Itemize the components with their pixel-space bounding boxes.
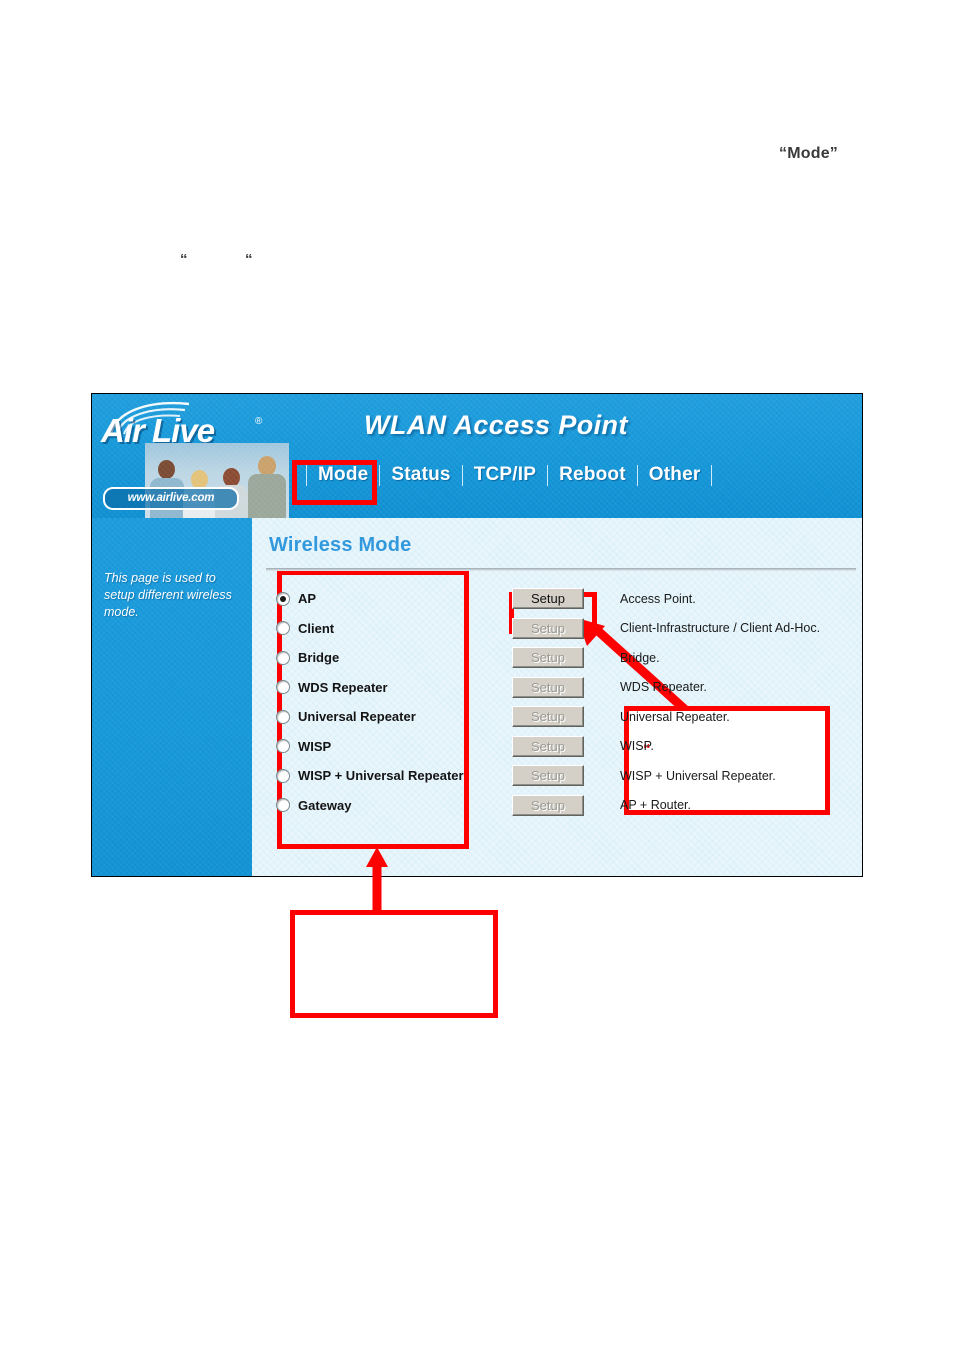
- description-bridge: Bridge.: [620, 650, 660, 665]
- desc-slot: WISP.: [620, 732, 820, 762]
- radio-wisp-universal-repeater[interactable]: [276, 768, 290, 783]
- mode-row-ap[interactable]: AP: [276, 584, 464, 614]
- setup-button-gateway[interactable]: Setup: [512, 794, 584, 816]
- setup-button-ap[interactable]: Setup: [512, 588, 584, 610]
- radio-bridge[interactable]: [276, 650, 290, 665]
- setup-button-bridge[interactable]: Setup: [512, 647, 584, 669]
- brand-block: Air Live ® www.airlive.com: [93, 394, 289, 518]
- desc-slot: Universal Repeater.: [620, 702, 820, 732]
- setup-button-column: Setup Setup Setup Setup Setup Setup Setu…: [512, 584, 584, 820]
- setup-button-wds-repeater[interactable]: Setup: [512, 676, 584, 698]
- side-help-panel: This page is used to setup different wir…: [92, 518, 252, 876]
- desc-slot: AP + Router.: [620, 791, 820, 821]
- description-wds-repeater: WDS Repeater.: [620, 680, 707, 695]
- mode-label-ap: AP: [298, 591, 317, 607]
- radio-wisp[interactable]: [276, 739, 290, 754]
- desc-slot: WDS Repeater.: [620, 673, 820, 703]
- radio-client[interactable]: [276, 621, 290, 636]
- radio-wds-repeater[interactable]: [276, 680, 290, 695]
- nav-tab-mode[interactable]: Mode: [307, 462, 379, 490]
- mode-row-universal-repeater[interactable]: Universal Repeater: [276, 702, 464, 732]
- description-ap: Access Point.: [620, 591, 696, 606]
- setup-slot: Setup: [512, 702, 584, 732]
- annotation-callout-bottom: [290, 910, 498, 1018]
- setup-button-wisp-universal-repeater[interactable]: Setup: [512, 765, 584, 787]
- setup-slot: Setup: [512, 761, 584, 791]
- setup-slot: Setup: [512, 791, 584, 821]
- mode-row-wisp-universal-repeater[interactable]: WISP + Universal Repeater: [276, 761, 464, 791]
- description-universal-repeater: Universal Repeater.: [620, 709, 730, 724]
- setup-slot: Setup: [512, 584, 584, 614]
- setup-slot: Setup: [512, 614, 584, 644]
- radio-universal-repeater[interactable]: [276, 709, 290, 724]
- mode-label-wisp-universal-repeater: WISP + Universal Repeater: [298, 768, 464, 784]
- mode-row-wisp[interactable]: WISP: [276, 732, 464, 762]
- desc-slot: WISP + Universal Repeater.: [620, 761, 820, 791]
- description-wisp-universal-repeater: WISP + Universal Repeater.: [620, 768, 776, 783]
- mode-row-wds-repeater[interactable]: WDS Repeater: [276, 673, 464, 703]
- mode-label-universal-repeater: Universal Repeater: [298, 709, 416, 725]
- mode-label-wds-repeater: WDS Repeater: [298, 679, 388, 695]
- mode-label-gateway: Gateway: [298, 797, 352, 813]
- mode-row-client[interactable]: Client: [276, 614, 464, 644]
- document-note-mode: “Mode”: [779, 145, 838, 162]
- setup-slot: Setup: [512, 643, 584, 673]
- desc-slot: Client-Infrastructure / Client Ad-Hoc.: [620, 614, 820, 644]
- setup-slot: Setup: [512, 732, 584, 762]
- setup-button-client[interactable]: Setup: [512, 617, 584, 639]
- brand-url-badge: www.airlive.com: [103, 487, 239, 510]
- wireless-mode-radio-group[interactable]: AP Client Bridge WDS Repeater Universal …: [276, 584, 464, 820]
- setup-button-universal-repeater[interactable]: Setup: [512, 706, 584, 728]
- mode-row-gateway[interactable]: Gateway: [276, 791, 464, 821]
- mode-label-client: Client: [298, 620, 335, 636]
- setup-slot: Setup: [512, 673, 584, 703]
- brand-registered-mark: ®: [255, 416, 263, 427]
- mode-label-wisp: WISP: [298, 738, 332, 754]
- mode-label-bridge: Bridge: [298, 650, 340, 666]
- description-gateway: AP + Router.: [620, 798, 691, 813]
- mode-description-column: Access Point. Client-Infrastructure / Cl…: [620, 584, 820, 820]
- description-client: Client-Infrastructure / Client Ad-Hoc.: [620, 621, 821, 636]
- document-note-blank: “ “: [180, 251, 255, 268]
- desc-slot: Access Point.: [620, 584, 820, 614]
- radio-gateway[interactable]: [276, 798, 290, 813]
- radio-ap[interactable]: [276, 591, 290, 606]
- desc-slot: Bridge.: [620, 643, 820, 673]
- description-wisp: WISP.: [620, 739, 654, 754]
- heading-divider: [266, 568, 856, 571]
- mode-row-bridge[interactable]: Bridge: [276, 643, 464, 673]
- page-title: Wireless Mode: [269, 534, 412, 556]
- nav-tab-status[interactable]: Status: [380, 462, 461, 490]
- nav-tab-tcpip[interactable]: TCP/IP: [463, 462, 547, 490]
- product-title: WLAN Access Point: [364, 410, 628, 440]
- ui-body: This page is used to setup different wir…: [92, 518, 862, 876]
- nav-tab-other[interactable]: Other: [638, 462, 712, 490]
- content-panel: Wireless Mode AP Client Bridge WDS Repea…: [252, 518, 862, 876]
- side-help-text: This page is used to setup different wir…: [104, 571, 232, 619]
- nav-separator: [711, 465, 713, 486]
- setup-button-wisp[interactable]: Setup: [512, 735, 584, 757]
- router-admin-window: Air Live ® www.airlive.com WLAN Access P…: [91, 393, 863, 877]
- nav-tab-reboot[interactable]: Reboot: [548, 462, 637, 490]
- nav-tabs: Mode Status TCP/IP Reboot Other: [306, 462, 713, 490]
- ui-header-band: Air Live ® www.airlive.com WLAN Access P…: [92, 394, 862, 518]
